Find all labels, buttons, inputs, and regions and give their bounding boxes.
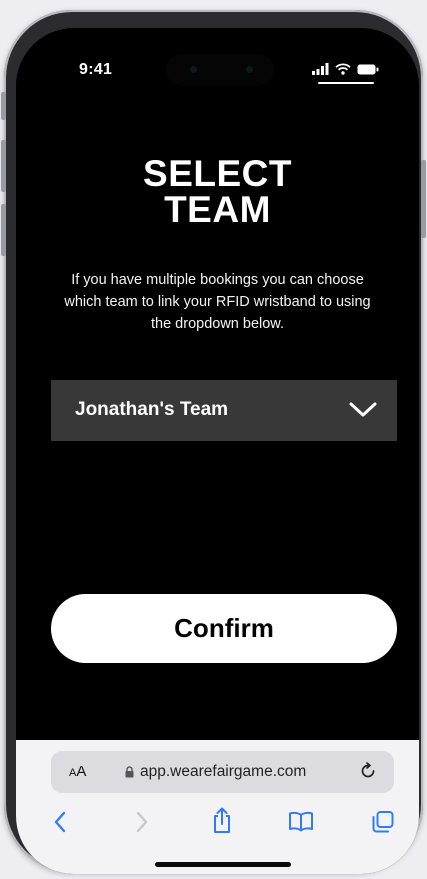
chevron-left-icon[interactable]: [53, 810, 67, 834]
power-button: [421, 160, 426, 238]
action-button: [1, 92, 6, 120]
camera-dot: [246, 66, 253, 73]
home-indicator[interactable]: [155, 862, 291, 867]
status-underline: [318, 82, 374, 84]
title-line-2: TEAM: [164, 189, 271, 230]
tabs-icon[interactable]: [371, 810, 395, 834]
team-dropdown-value: Jonathan's Team: [75, 399, 229, 420]
chevron-right-icon[interactable]: [135, 810, 149, 834]
safari-toolbar: [16, 806, 419, 842]
dynamic-island: [166, 54, 274, 86]
safari-bottom-bar: AA app.wearefairgame.com: [16, 740, 419, 874]
page-description: If you have multiple bookings you can ch…: [64, 272, 371, 332]
status-time: 9:41: [79, 61, 113, 78]
status-icons: [312, 61, 379, 77]
signal-icon: [312, 63, 329, 75]
aa-large: A: [76, 763, 87, 780]
wifi-icon: [335, 63, 351, 75]
url-display[interactable]: app.wearefairgame.com: [125, 763, 306, 781]
address-bar[interactable]: AA app.wearefairgame.com: [51, 751, 394, 793]
confirm-button[interactable]: Confirm: [51, 594, 397, 663]
phone-frame: 9:41 SELECT TEAM If you have multiple bo…: [1, 10, 426, 874]
volume-down-button: [1, 204, 6, 256]
sensor-dot: [190, 66, 197, 73]
url-text: app.wearefairgame.com: [140, 763, 307, 780]
text-size-button[interactable]: AA: [69, 763, 86, 780]
share-icon[interactable]: [211, 806, 233, 834]
status-bar: 9:41: [16, 28, 419, 108]
volume-up-button: [1, 140, 6, 192]
chevron-down-icon: [349, 402, 377, 417]
battery-icon: [357, 64, 379, 74]
title-line-1: SELECT: [143, 153, 292, 194]
team-dropdown[interactable]: Jonathan's Team: [51, 380, 397, 441]
reload-icon[interactable]: [358, 761, 378, 781]
page-title: SELECT TEAM: [16, 153, 419, 230]
book-icon[interactable]: [288, 810, 314, 832]
phone-screen: 9:41 SELECT TEAM If you have multiple bo…: [16, 28, 419, 874]
lock-icon: [125, 766, 134, 778]
